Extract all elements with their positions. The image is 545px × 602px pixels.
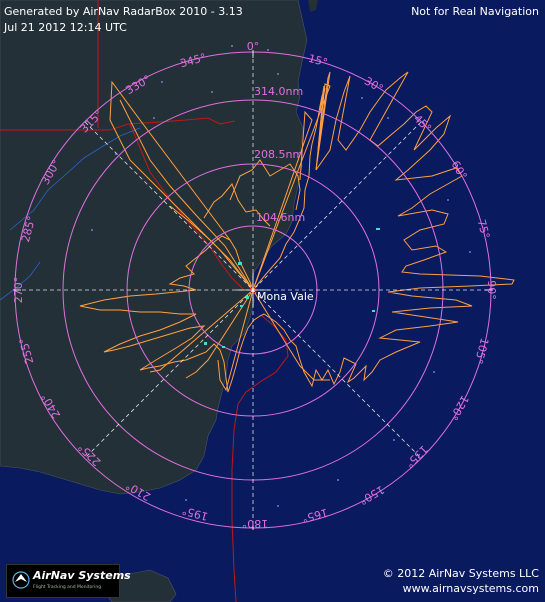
bearing-label-0: 0°: [247, 40, 260, 53]
bearing-label-90: 90°: [485, 280, 498, 300]
copyright-notice: © 2012 AirNav Systems LLC: [382, 567, 539, 580]
bearing-label-180: 180°: [242, 517, 269, 530]
website-link[interactable]: www.airnavsystems.com: [403, 582, 539, 595]
airnav-logo: AirNav Systems Flight Tracking and Monit…: [6, 564, 131, 598]
navigation-disclaimer: Not for Real Navigation: [411, 5, 539, 18]
range-label-104nm: 104.6nm: [256, 211, 305, 224]
bearing-label-270: 270°: [12, 277, 25, 304]
center-label: Mona Vale: [257, 290, 314, 303]
airnav-logo-icon: [12, 571, 30, 589]
logo-tagline: Flight Tracking and Monitoring: [33, 585, 102, 590]
coverage-plot: 0° 15° 30° 45° 60° 75° 90° 105° 120° 135…: [0, 0, 545, 602]
generator-title: Generated by AirNav RadarBox 2010 - 3.13: [4, 5, 243, 18]
logo-name: AirNav Systems: [33, 569, 131, 582]
radar-coverage-map: 0° 15° 30° 45° 60° 75° 90° 105° 120° 135…: [0, 0, 545, 602]
timestamp: Jul 21 2012 12:14 UTC: [4, 21, 127, 34]
range-label-314nm: 314.0nm: [254, 85, 303, 98]
range-label-208nm: 208.5nm: [254, 148, 303, 161]
